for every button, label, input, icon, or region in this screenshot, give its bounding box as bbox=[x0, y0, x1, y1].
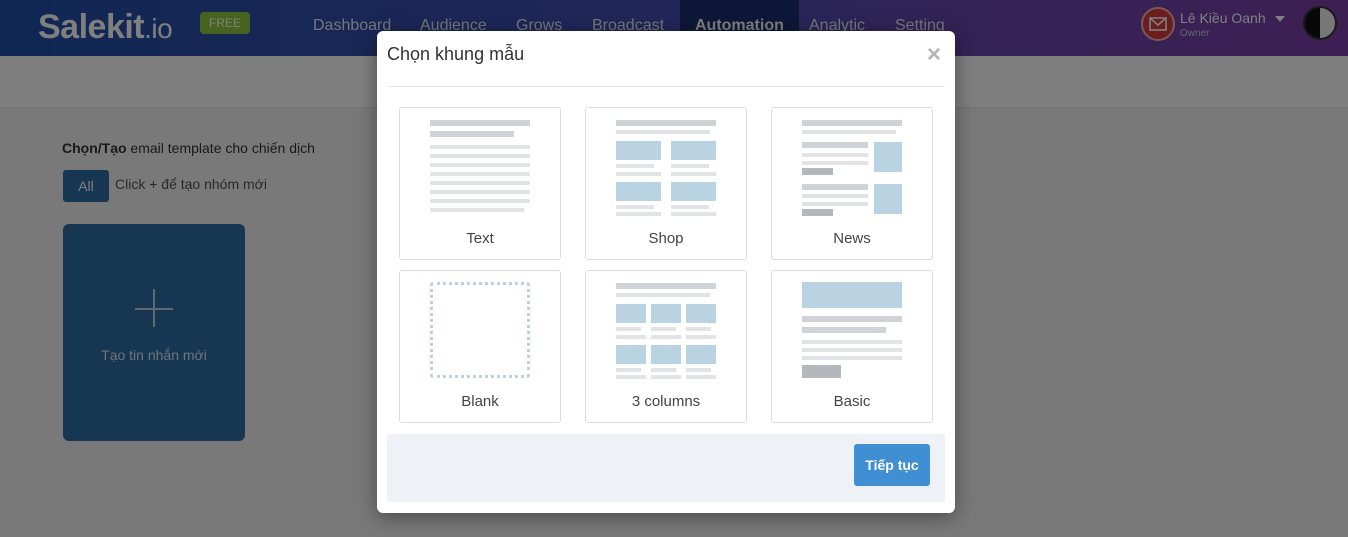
template-label: News bbox=[833, 230, 871, 247]
template-label: Basic bbox=[833, 393, 871, 410]
template-label: 3 columns bbox=[631, 393, 701, 410]
template-text[interactable]: Text bbox=[399, 107, 561, 260]
close-icon[interactable]: × bbox=[927, 43, 941, 67]
modal-divider bbox=[387, 86, 945, 87]
modal-title: Chọn khung mẫu bbox=[387, 44, 525, 64]
continue-button[interactable]: Tiếp tục bbox=[854, 444, 930, 486]
choose-template-modal: Chọn khung mẫu × Text Shop News Blank 3 … bbox=[377, 31, 955, 513]
template-label: Blank bbox=[461, 393, 499, 410]
template-label: Text bbox=[466, 230, 494, 247]
template-3-columns[interactable]: 3 columns bbox=[585, 270, 747, 423]
modal-footer: Tiếp tục bbox=[387, 434, 945, 502]
template-news[interactable]: News bbox=[771, 107, 933, 260]
template-basic[interactable]: Basic bbox=[771, 270, 933, 423]
template-shop[interactable]: Shop bbox=[585, 107, 747, 260]
template-blank[interactable]: Blank bbox=[399, 270, 561, 423]
template-label: Shop bbox=[648, 230, 684, 247]
